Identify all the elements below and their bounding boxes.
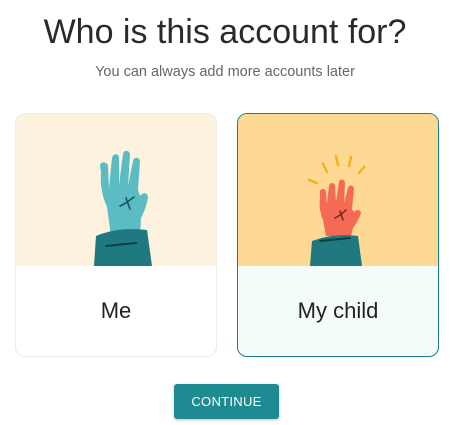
account-type-page: Who is this account for? You can always …	[0, 0, 450, 425]
raised-hand-icon	[94, 150, 152, 266]
card-illustration	[16, 114, 216, 266]
card-illustration	[238, 114, 438, 266]
page-title: Who is this account for?	[43, 13, 407, 51]
option-label-me: Me	[100, 298, 132, 323]
option-card-my-child[interactable]: My child	[237, 113, 439, 357]
page-subtitle: You can always add more accounts later	[95, 64, 355, 80]
option-label-my-child: My child	[297, 298, 379, 323]
raised-hand-sparkle-icon	[307, 154, 366, 266]
continue-button[interactable]: CONTINUE	[174, 384, 279, 419]
option-card-me[interactable]: Me	[15, 113, 217, 357]
